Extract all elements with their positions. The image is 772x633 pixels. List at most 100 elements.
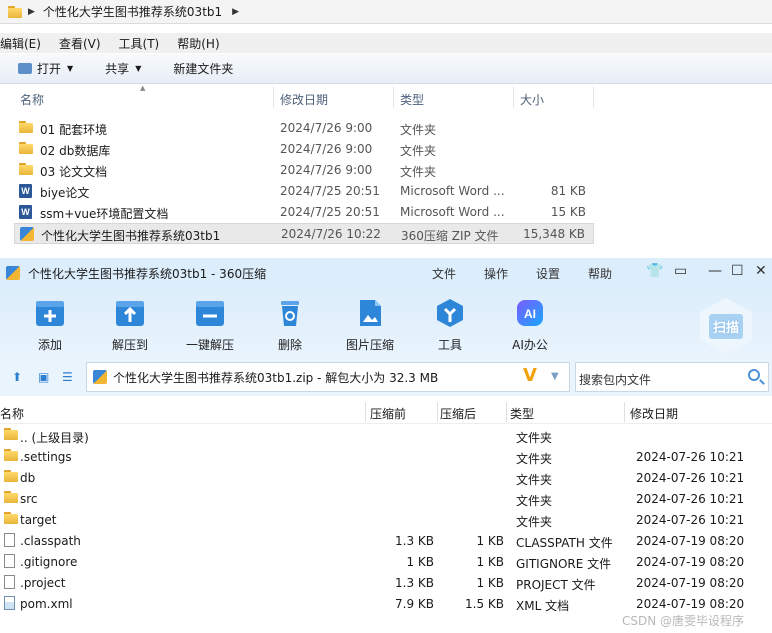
menu-tools[interactable]: 工具(T) [119,35,160,52]
image-compress-icon [355,298,385,328]
scan-button[interactable]: 扫描 [700,298,752,354]
list-view-icon[interactable]: ☰ [62,370,73,384]
one-click-extract-icon [195,298,225,328]
extract-to-button[interactable]: 解压到 [100,298,160,353]
menu-help[interactable]: 帮助(H) [177,35,219,52]
column-type[interactable]: 类型 [400,91,424,108]
explorer-menu-bar: 编辑(E) 查看(V) 工具(T) 帮助(H) [0,33,772,53]
folder-icon [4,449,18,461]
share-button[interactable]: 共享 ▼ [105,60,141,77]
table-row[interactable]: src 文件夹 2024-07-26 10:21 [0,488,772,509]
chevron-right-icon[interactable]: ▶ [28,7,35,17]
column-compressed[interactable]: 压缩前 [370,405,406,422]
zip-file-list: .. (上级目录) 文件夹 .settings 文件夹 2024-07-26 1… [0,425,772,614]
menu-view[interactable]: 查看(V) [59,35,101,52]
search-input[interactable]: 搜索包内文件 [575,362,769,392]
column-date[interactable]: 修改日期 [280,91,328,108]
path-field[interactable]: 个性化大学生图书推荐系统03tb1.zip - 解包大小为 32.3 MB V … [86,362,570,392]
table-row[interactable]: .gitignore 1 KB 1 KB GITIGNORE 文件 2024-0… [0,551,772,572]
folder-icon [19,121,33,133]
open-button[interactable]: 打开 ▼ [18,60,73,77]
list-item[interactable]: 02 db数据库 2024/7/26 9:00 文件夹 [14,139,594,160]
file-name: 01 配套环境 [40,123,108,137]
list-item[interactable]: W biye论文 2024/7/25 20:51 Microsoft Word … [14,181,594,202]
file-type: Microsoft Word ... [400,184,505,198]
entry-type: GITIGNORE 文件 [516,557,612,571]
ai-office-button[interactable]: AI AI办公 [500,298,560,353]
table-row[interactable]: pom.xml 7.9 KB 1.5 KB XML 文档 2024-07-19 … [0,593,772,614]
list-item-selected[interactable]: 个性化大学生图书推荐系统03tb1 2024/7/26 10:22 360压缩 … [14,223,594,244]
tools-button[interactable]: 工具 [420,298,480,353]
search-icon[interactable] [748,369,760,381]
list-item[interactable]: 01 配套环境 2024/7/26 9:00 文件夹 [14,118,594,139]
arrow-up-icon[interactable]: ⬆ [12,370,22,384]
file-name: 个性化大学生图书推荐系统03tb1 [41,229,221,243]
entry-type: 文件夹 [516,494,553,508]
image-compress-label: 图片压缩 [345,338,394,352]
entry-name: .. (上级目录) [20,431,89,445]
column-separator[interactable] [506,402,507,422]
table-row[interactable]: .settings 文件夹 2024-07-26 10:21 [0,446,772,467]
add-icon [35,298,65,328]
explorer-file-list: 01 配套环境 2024/7/26 9:00 文件夹 02 db数据库 2024… [14,118,594,244]
add-button[interactable]: 添加 [20,298,80,353]
menu-operation[interactable]: 操作 [484,265,508,282]
column-separator[interactable] [513,86,514,108]
entry-modified: 2024-07-26 10:21 [636,492,745,506]
file-name: biye论文 [40,186,90,200]
list-item[interactable]: W ssm+vue环境配置文档 2024/7/25 20:51 Microsof… [14,202,594,223]
table-row[interactable]: db 文件夹 2024-07-26 10:21 [0,467,772,488]
thumbnail-view-icon[interactable]: ▣ [38,370,49,384]
entry-type: CLASSPATH 文件 [516,536,613,550]
image-compress-button[interactable]: 图片压缩 [340,298,400,353]
delete-button[interactable]: 删除 [260,298,320,353]
column-separator[interactable] [437,402,438,422]
new-folder-button[interactable]: 新建文件夹 [173,60,233,77]
menu-edit[interactable]: 编辑(E) [0,35,41,52]
file-icon [4,533,15,547]
chevron-right-icon[interactable]: ▶ [232,7,239,17]
menu-help[interactable]: 帮助 [588,265,612,282]
close-button[interactable]: ✕ [755,263,767,279]
skin-icon[interactable]: 👕 [646,263,663,279]
column-original[interactable]: 压缩后 [440,405,476,422]
word-icon: W [19,184,32,198]
explorer-address-bar[interactable]: ▶ 个性化大学生图书推荐系统03tb1 ▶ [0,0,772,24]
column-type[interactable]: 类型 [510,405,534,422]
zip-path-bar: ⬆ ▣ ☰ 个性化大学生图书推荐系统03tb1.zip - 解包大小为 32.3… [0,360,772,396]
xml-file-icon [4,596,15,610]
entry-modified: 2024-07-19 08:20 [636,597,745,611]
column-modified[interactable]: 修改日期 [630,405,678,422]
table-row[interactable]: .project 1.3 KB 1 KB PROJECT 文件 2024-07-… [0,572,772,593]
column-separator[interactable] [624,402,625,422]
list-item[interactable]: 03 论文文档 2024/7/26 9:00 文件夹 [14,160,594,181]
column-separator[interactable] [365,402,366,422]
zip-icon [20,227,34,241]
minimize-button[interactable]: — [708,263,722,279]
column-separator[interactable] [273,86,274,108]
file-size: 15,348 KB [523,227,585,241]
one-click-extract-button[interactable]: 一键解压 [180,298,240,353]
entry-compressed: 1.3 KB [395,534,434,548]
table-row[interactable]: .classpath 1.3 KB 1 KB CLASSPATH 文件 2024… [0,530,772,551]
column-size[interactable]: 大小 [520,91,544,108]
file-type: 文件夹 [400,144,437,158]
entry-type: 文件夹 [516,473,553,487]
column-name[interactable]: 名称 [0,405,24,422]
new-folder-label: 新建文件夹 [173,62,234,76]
entry-modified: 2024-07-26 10:21 [636,471,745,485]
column-name[interactable]: 名称 [20,91,44,108]
menu-file[interactable]: 文件 [432,265,456,282]
table-row[interactable]: target 文件夹 2024-07-26 10:21 [0,509,772,530]
breadcrumb[interactable]: 个性化大学生图书推荐系统03tb1 [43,3,222,20]
feedback-icon[interactable]: ▭ [674,263,687,279]
maximize-button[interactable]: ☐ [731,263,744,279]
column-separator[interactable] [593,86,594,108]
v-logo-icon[interactable]: V [523,365,537,386]
folder-icon [4,512,18,524]
menu-settings[interactable]: 设置 [536,265,560,282]
chevron-down-icon[interactable]: ▼ [551,371,559,382]
scan-label: 扫描 [708,313,743,339]
column-separator[interactable] [393,86,394,108]
table-row[interactable]: .. (上级目录) 文件夹 [0,425,772,446]
